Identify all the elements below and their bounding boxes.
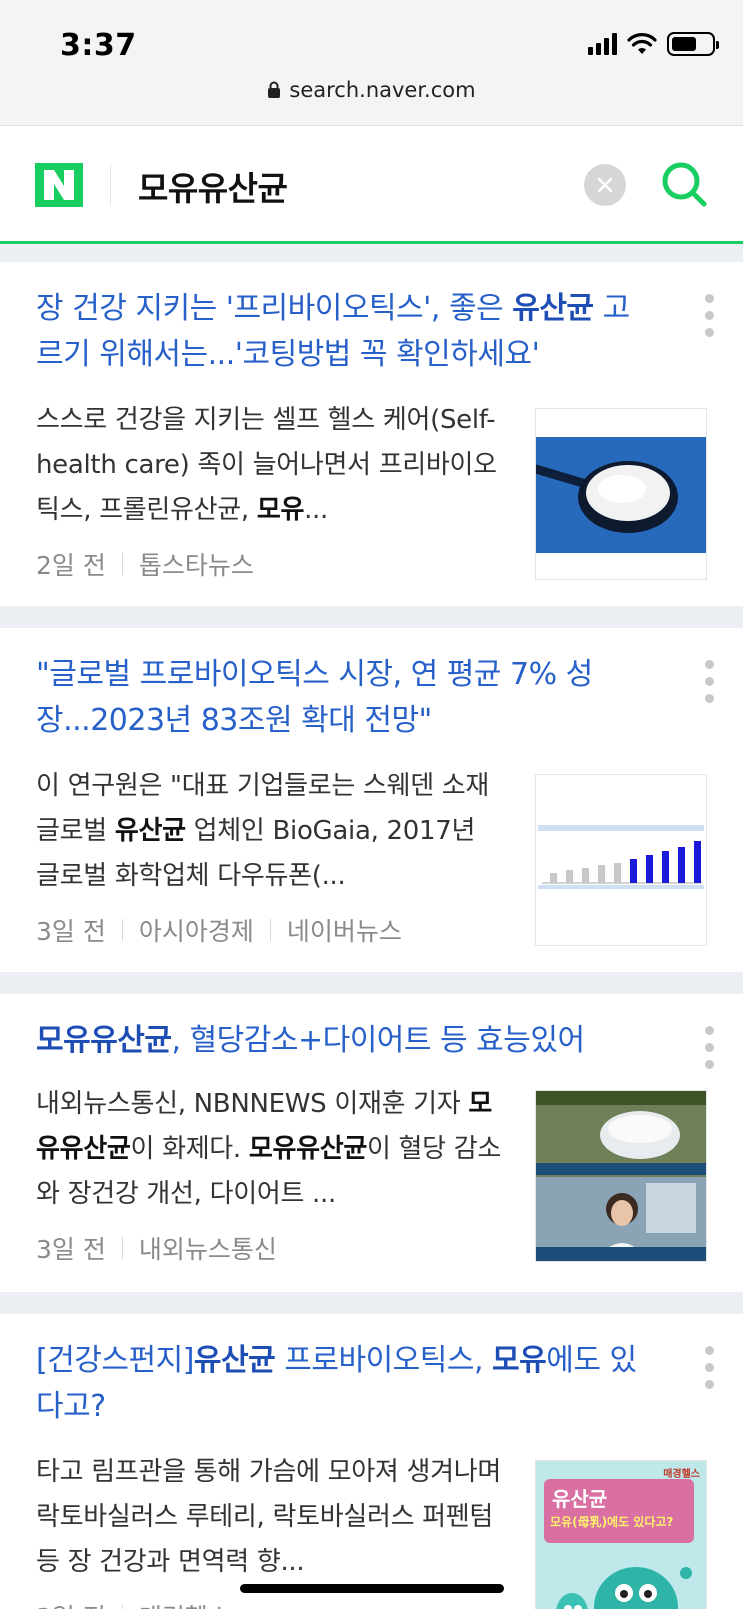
result-card-1[interactable]: 장 건강 지키는 '프리바이오틱스', 좋은 유산균 고르기 위해서는...'코… [0,262,743,606]
result-title[interactable]: [건강스펀지]유산균 프로바이오틱스, 모유에도 있다고? [36,1338,656,1430]
bar-chart-image [536,775,706,945]
result-thumbnail[interactable] [535,774,707,946]
header-divider [110,164,111,206]
result-meta: 2일 전 톱스타뉴스 [36,546,254,582]
result-title[interactable]: 모유유산균, 혈당감소+다이어트 등 효능있어 [36,1018,656,1064]
more-options-icon[interactable] [705,294,715,337]
url-text: search.naver.com [289,78,476,102]
more-options-icon[interactable] [705,1346,715,1389]
result-meta: 3일 전 매경헬스 [36,1598,231,1609]
cellular-signal-icon [588,33,617,55]
result-time: 3일 전 [36,1235,106,1264]
wifi-icon [627,33,657,54]
result-snippet: 이 연구원은 "대표 기업들로는 스웨덴 소재 글로벌 유산균 업체인 BioG… [36,771,490,891]
result-snippet: 내외뉴스통신, NBNNEWS 이재훈 기자 모유유산균이 화제다. 모유유산균… [36,1089,501,1209]
status-time: 3:37 [60,28,137,63]
result-source-naver[interactable]: 네이버뉴스 [287,912,402,948]
result-snippet: 타고 림프관을 통해 가슴에 모아져 생겨나며 락토바실러스 루테리, 락토바실… [36,1457,501,1577]
tv-screenshot-image [536,1091,706,1261]
clear-search-button[interactable] [584,164,626,206]
result-title[interactable]: "글로벌 프로바이오틱스 시장, 연 평균 7% 성장...2023년 83조원… [36,652,656,744]
more-options-icon[interactable] [705,660,715,703]
result-thumbnail[interactable]: 매경헬스 유산균 모유(母乳)에도 있다고? [535,1460,707,1609]
result-snippet: 스스로 건강을 지키는 셀프 헬스 케어(Self-health care) 족… [36,405,497,525]
status-bar: 3:37 search.naver.com [0,0,743,126]
result-thumbnail[interactable] [535,1090,707,1262]
address-bar[interactable]: search.naver.com [0,78,743,102]
spoon-powder-image [536,437,706,553]
result-meta: 3일 전 내외뉴스통신 [36,1230,277,1266]
result-card-2[interactable]: "글로벌 프로바이오틱스 시장, 연 평균 7% 성장...2023년 83조원… [0,628,743,972]
battery-icon [667,32,719,56]
lock-icon [268,81,281,98]
thumb-headline: 유산균 [552,1487,608,1511]
thumb-subline: 모유(母乳)에도 있다고? [550,1515,674,1529]
result-source[interactable]: 아시아경제 [139,912,254,948]
thumb-brand: 매경헬스 [663,1469,700,1480]
result-source[interactable]: 내외뉴스통신 [139,1230,277,1266]
result-time: 2일 전 [36,551,106,580]
home-indicator[interactable] [240,1584,504,1593]
search-header: 모유유산균 [0,126,743,244]
result-source[interactable]: 매경헬스 [139,1598,231,1609]
search-input[interactable]: 모유유산균 [138,162,288,210]
result-meta: 3일 전 아시아경제 네이버뉴스 [36,912,402,948]
result-time: 3일 전 [36,917,106,946]
thumb-headline-box: 유산균 모유(母乳)에도 있다고? [544,1479,694,1543]
result-thumbnail[interactable] [535,408,707,580]
result-time: 3일 전 [36,1598,106,1609]
naver-logo-icon[interactable] [35,163,83,207]
result-card-3[interactable]: 모유유산균, 혈당감소+다이어트 등 효능있어 내외뉴스통신, NBNNEWS … [0,994,743,1292]
result-source[interactable]: 톱스타뉴스 [139,546,254,582]
system-icons [588,32,719,56]
result-title[interactable]: 장 건강 지키는 '프리바이오틱스', 좋은 유산균 고르기 위해서는...'코… [36,286,656,378]
more-options-icon[interactable] [705,1026,715,1069]
bacteria-illustration [556,1567,692,1609]
result-card-4[interactable]: [건강스펀지]유산균 프로바이오틱스, 모유에도 있다고? 타고 림프관을 통해… [0,1314,743,1609]
search-icon[interactable] [658,158,712,212]
close-icon [597,177,613,193]
